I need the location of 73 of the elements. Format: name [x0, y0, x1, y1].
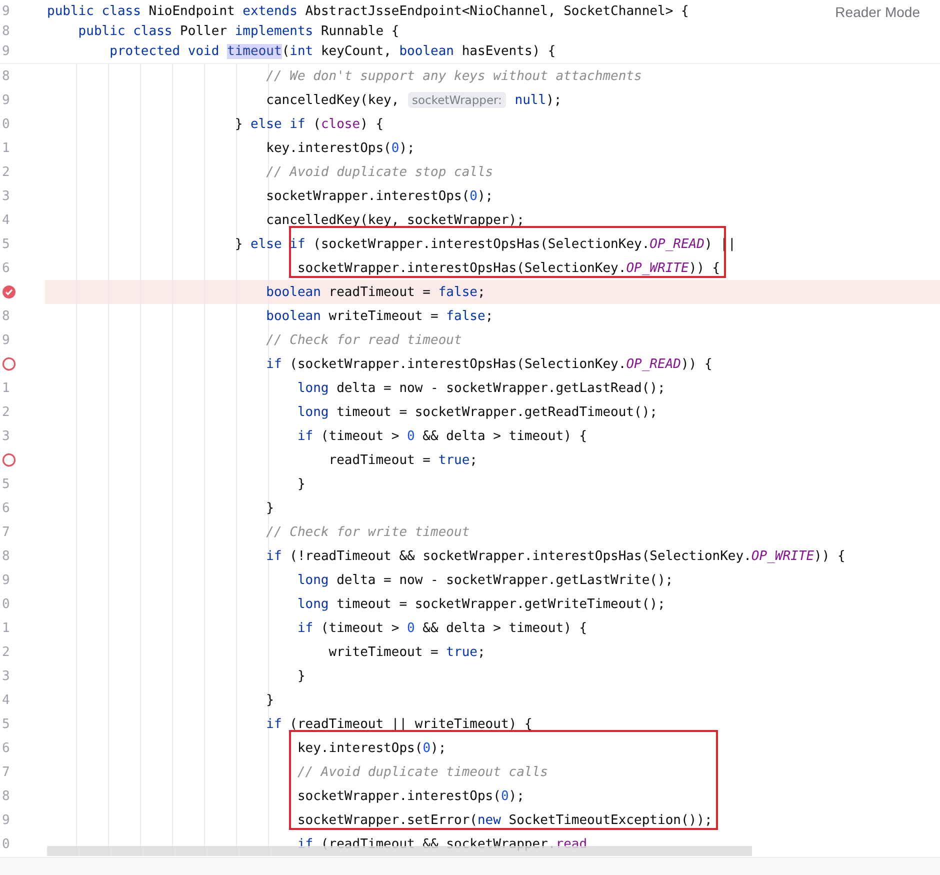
code-line: // Check for read timeout	[265, 332, 462, 348]
line-number: 3	[2, 188, 10, 204]
code-line: socketWrapper.setError(new SocketTimeoutException());	[296, 812, 712, 828]
code-line: // Avoid duplicate timeout calls	[296, 764, 548, 780]
code-line: null);	[514, 92, 562, 108]
line-number: 9	[2, 812, 10, 828]
line-number: 8	[2, 308, 10, 324]
line-number: 1	[2, 140, 10, 156]
code-line: } else if (close) {	[234, 116, 384, 132]
line-number: 6	[2, 500, 10, 516]
code-line: long timeout = socketWrapper.getReadTimeout();	[296, 404, 658, 420]
line-number: 9	[2, 332, 10, 348]
line-number: 8	[2, 68, 10, 84]
code-line: if (readTimeout && socketWrapper.read	[296, 836, 588, 852]
code-line: boolean readTimeout = false;	[265, 284, 486, 300]
line-number: 4	[2, 212, 10, 228]
line-number: 6	[2, 740, 10, 756]
code-line: long timeout = socketWrapper.getWriteTimeout();	[296, 596, 666, 612]
line-number: 2	[2, 164, 10, 180]
breakpoint-icon[interactable]	[2, 357, 16, 371]
reader-mode-button[interactable]: Reader Mode	[835, 4, 920, 20]
code-line: // We don't support any keys without attachments	[265, 68, 642, 84]
line-number: 5	[2, 476, 10, 492]
code-line: }	[265, 500, 274, 516]
line-number: 5	[2, 716, 10, 732]
code-line: socketWrapper.interestOps(0);	[265, 188, 494, 204]
code-line: writeTimeout = true;	[328, 644, 486, 660]
line-number: 7	[2, 524, 10, 540]
sticky-code-line: public class Poller implements Runnable {	[77, 24, 400, 38]
code-line: socketWrapper.interestOpsHas(SelectionKey.OP_WRITE)) {	[296, 260, 720, 276]
line-number: 2	[2, 404, 10, 420]
line-number: 9	[2, 92, 10, 108]
code-line: boolean writeTimeout = false;	[265, 308, 494, 324]
code-line: cancelledKey(key,	[265, 92, 400, 108]
line-number: 6	[2, 260, 10, 276]
breakpoint-icon[interactable]	[2, 285, 16, 299]
line-number: 9	[2, 44, 10, 58]
line-number: 8	[2, 24, 10, 38]
line-number: 1	[2, 380, 10, 396]
line-number: 0	[2, 836, 10, 852]
line-number: 3	[2, 668, 10, 684]
code-line: if (timeout > 0 && delta > timeout) {	[296, 620, 588, 636]
line-number: 9	[2, 572, 10, 588]
line-number: 0	[2, 116, 10, 132]
line-number: 1	[2, 620, 10, 636]
code-line: cancelledKey(key, socketWrapper);	[265, 212, 524, 228]
code-line: if (!readTimeout && socketWrapper.interestOpsHas(SelectionKey.OP_WRITE)) {	[265, 548, 846, 564]
code-line: if (timeout > 0 && delta > timeout) {	[296, 428, 588, 444]
code-line: socketWrapper.interestOps(0);	[296, 788, 524, 804]
code-line: }	[296, 476, 306, 492]
line-number: 0	[2, 596, 10, 612]
breakpoint-icon[interactable]	[2, 453, 16, 467]
line-number: 8	[2, 548, 10, 564]
code-line: // Check for write timeout	[265, 524, 470, 540]
sticky-code-line: public class NioEndpoint extends AbstractJsseEndpoint<NioChannel, SocketChannel> {	[47, 4, 689, 18]
line-number: 7	[2, 764, 10, 780]
code-line: }	[296, 668, 306, 684]
code-line: // Avoid duplicate stop calls	[265, 164, 494, 180]
sticky-code-line: protected void timeout(int keyCount, boolean hasEvents) {	[108, 44, 556, 58]
code-line: readTimeout = true;	[328, 452, 478, 468]
code-line: key.interestOps(0);	[296, 740, 446, 756]
line-number: 3	[2, 428, 10, 444]
line-number: 9	[2, 4, 10, 18]
line-number: 8	[2, 788, 10, 804]
line-number: 5	[2, 236, 10, 252]
code-line: long delta = now - socketWrapper.getLastRead();	[296, 380, 666, 396]
code-line: }	[265, 692, 274, 708]
code-line: long delta = now - socketWrapper.getLastWrite();	[296, 572, 674, 588]
line-number: 2	[2, 644, 10, 660]
parameter-hint: socketWrapper:	[408, 92, 506, 108]
line-number: 4	[2, 692, 10, 708]
code-line: if (socketWrapper.interestOpsHas(SelectionKey.OP_READ)) {	[265, 356, 712, 372]
code-line: key.interestOps(0);	[265, 140, 415, 156]
